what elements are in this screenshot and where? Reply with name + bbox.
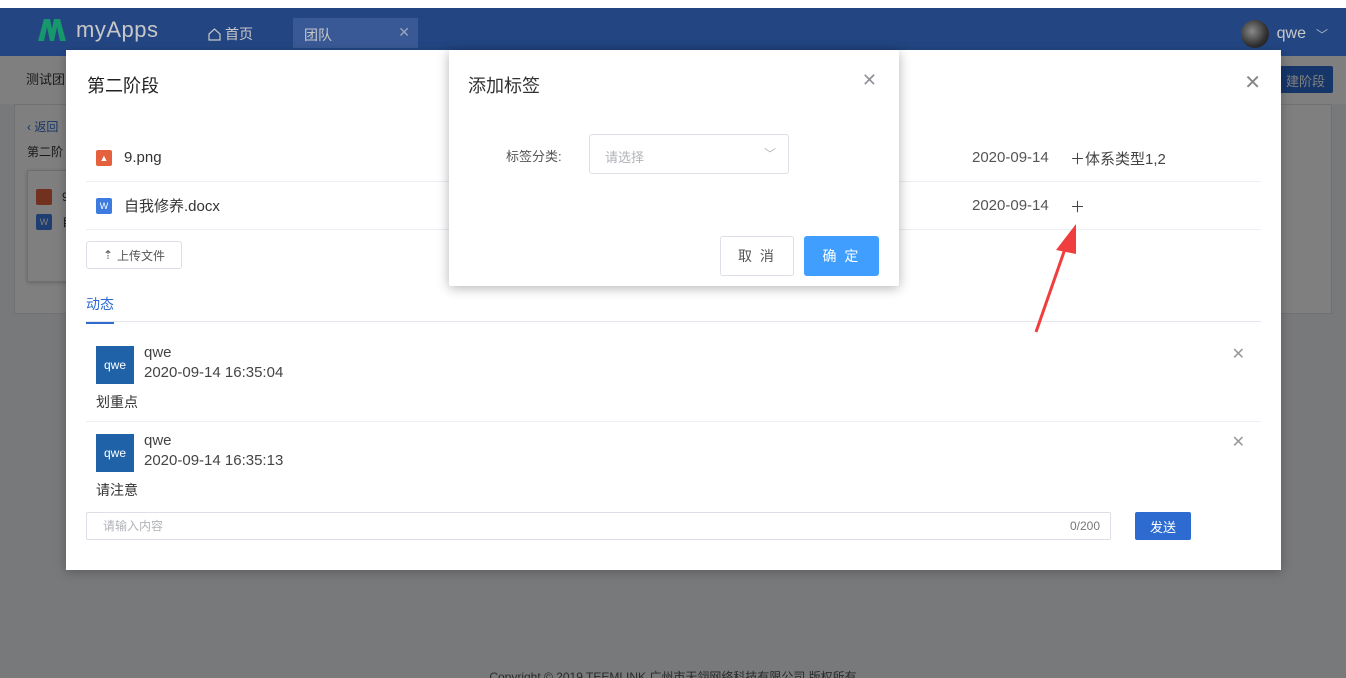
modal-title: 第二阶段: [87, 76, 159, 96]
comment-time: 2020-09-14 16:35:04: [144, 364, 284, 381]
add-tag-dialog: 添加标签 ✕ 标签分类: 请选择 ﹀ 取 消 确 定: [449, 50, 899, 286]
file-date: 2020-09-14: [972, 149, 1049, 166]
confirm-button[interactable]: 确 定: [804, 236, 879, 276]
delete-comment-icon[interactable]: ✕: [1232, 432, 1245, 452]
close-icon[interactable]: ✕: [862, 70, 877, 91]
select-placeholder: 请选择: [605, 150, 645, 165]
chevron-down-icon: ﹀: [763, 147, 776, 161]
add-tag-button[interactable]: ＋: [1070, 196, 1085, 217]
upload-file-button[interactable]: ⇡ 上传文件: [86, 241, 182, 269]
tab-activity[interactable]: 动态: [86, 294, 114, 324]
file-name[interactable]: 9.png: [124, 149, 162, 166]
comment-input-box: 0/200: [86, 512, 1111, 540]
comment-user: qwe: [144, 344, 172, 361]
upload-label: 上传文件: [117, 248, 166, 263]
char-count: 0/200: [1069, 519, 1100, 533]
comment-avatar: qwe: [96, 434, 134, 472]
comment-user: qwe: [144, 432, 172, 449]
dialog-title: 添加标签: [468, 76, 540, 96]
delete-comment-icon[interactable]: ✕: [1232, 344, 1245, 364]
red-arrow-annotation: [1034, 224, 1076, 333]
comment-avatar: qwe: [96, 346, 134, 384]
comment-item: qwe qwe 2020-09-14 16:35:04 划重点 ✕: [86, 334, 1261, 422]
tag-category-select[interactable]: 请选择 ﹀: [589, 134, 789, 174]
comment-input[interactable]: [87, 513, 987, 539]
comment-text: 请注意: [96, 482, 138, 498]
top-strip: [0, 0, 1346, 8]
close-icon[interactable]: ✕: [1244, 70, 1261, 95]
upload-icon: ⇡: [102, 248, 114, 262]
file-date: 2020-09-14: [972, 197, 1049, 214]
word-file-icon: W: [96, 197, 112, 214]
cancel-button[interactable]: 取 消: [720, 236, 794, 276]
comment-time: 2020-09-14 16:35:13: [144, 452, 284, 469]
comment-item: qwe qwe 2020-09-14 16:35:13 请注意 ✕: [86, 422, 1261, 510]
navbar-mask: [0, 8, 1346, 56]
file-name[interactable]: 自我修养.docx: [124, 195, 220, 216]
file-tags[interactable]: ＋体系类型1,2: [1070, 148, 1166, 169]
send-button[interactable]: 发送: [1135, 512, 1191, 540]
image-file-icon: ▲: [96, 149, 112, 166]
comment-text: 划重点: [96, 394, 138, 410]
tag-category-label: 标签分类:: [506, 149, 562, 164]
